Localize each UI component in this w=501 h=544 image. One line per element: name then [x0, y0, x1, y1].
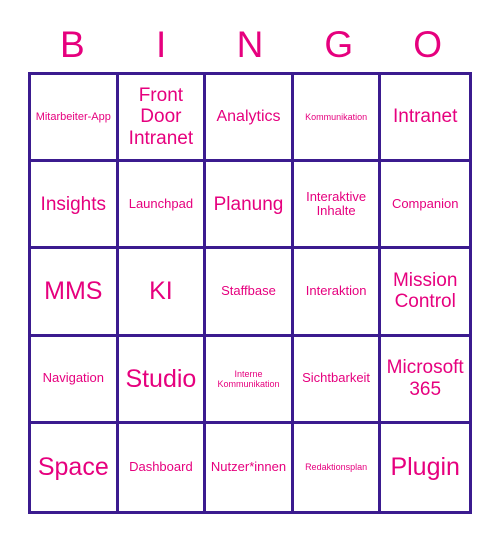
bingo-cell[interactable]: Space [31, 423, 119, 511]
bingo-cell[interactable]: Mitarbeiter-App [31, 75, 119, 163]
bingo-cell-label: MMS [44, 277, 103, 306]
bingo-cell[interactable]: Planung [206, 162, 294, 250]
bingo-cell-label: Planung [213, 193, 284, 215]
bingo-cell-label: Front Door Intranet [128, 85, 194, 149]
bingo-header: B I N G O [28, 18, 472, 70]
bingo-cell[interactable]: Analytics [206, 75, 294, 163]
bingo-cell-label: Analytics [216, 108, 281, 126]
bingo-cell-label: Navigation [42, 370, 105, 386]
header-letter-b: B [60, 23, 85, 65]
bingo-cell[interactable]: KI [118, 249, 207, 337]
bingo-cell[interactable]: Navigation [31, 336, 119, 424]
bingo-cell-label: Launchpad [128, 196, 194, 212]
bingo-cell-label: Sichtbarkeit [302, 370, 371, 386]
bingo-cell[interactable]: Kommunikation [293, 75, 382, 163]
bingo-cell-label: Mitarbeiter-App [35, 110, 111, 123]
bingo-cell[interactable]: Sichtbarkeit [293, 336, 382, 424]
bingo-grid: Mitarbeiter-App Front Door Intranet Analyt… [28, 72, 472, 514]
bingo-cell[interactable]: Studio [118, 336, 207, 424]
bingo-cell-label: Nutzer*innen [210, 459, 287, 475]
bingo-cell[interactable]: Companion [381, 162, 469, 250]
bingo-cell-label: Space [37, 453, 109, 482]
bingo-cell[interactable]: Interaktive Inhalte [293, 162, 382, 250]
bingo-cell[interactable]: Launchpad [118, 162, 207, 250]
bingo-cell[interactable]: Dashboard [118, 423, 207, 511]
bingo-cell[interactable]: Front Door Intranet [118, 75, 207, 163]
header-letter-o: O [413, 23, 442, 65]
bingo-cell[interactable]: Interaktion [293, 249, 382, 337]
bingo-cell-label: Interaktion [305, 283, 367, 299]
bingo-cell[interactable]: Microsoft 365 [381, 336, 469, 424]
bingo-cell-label: Staffbase [221, 283, 276, 299]
bingo-cell-label: Studio [125, 364, 197, 393]
bingo-cell-label: Interne Kommunikation [217, 368, 280, 389]
bingo-cell[interactable]: Insights [31, 162, 119, 250]
bingo-cell[interactable]: Mission Control [381, 249, 469, 337]
bingo-cell[interactable]: MMS [31, 249, 119, 337]
header-letter-n: N [236, 23, 264, 65]
bingo-cell-label: Intranet [392, 106, 458, 128]
bingo-card: B I N G O Mitarbeiter-App Front Door Intr… [0, 0, 501, 544]
bingo-cell[interactable]: Nutzer*innen [206, 423, 294, 511]
bingo-cell[interactable]: Intranet [381, 75, 469, 163]
bingo-cell-label: Redaktionsplan [305, 462, 368, 473]
bingo-cell[interactable]: Staffbase [206, 249, 294, 337]
bingo-cell-label: Microsoft 365 [386, 357, 464, 400]
bingo-cell[interactable]: Plugin [381, 423, 469, 511]
bingo-cell-label: Dashboard [129, 459, 193, 475]
header-letter-g: G [324, 23, 354, 65]
bingo-cell-label: Kommunikation [305, 112, 368, 123]
bingo-cell-label: Companion [391, 196, 459, 212]
bingo-cell-label: Mission Control [392, 270, 458, 313]
bingo-cell[interactable]: Interne Kommunikation [206, 336, 294, 424]
bingo-cell[interactable]: Redaktionsplan [293, 423, 382, 511]
header-letter-i: I [156, 23, 167, 65]
bingo-cell-label: Insights [40, 193, 107, 215]
bingo-cell-label: Plugin [390, 453, 460, 482]
bingo-cell-label: Interaktive Inhalte [306, 188, 367, 219]
bingo-cell-label: KI [149, 277, 173, 306]
